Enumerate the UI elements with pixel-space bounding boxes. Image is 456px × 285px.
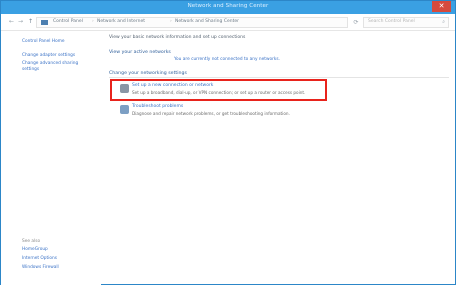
new-connection-link[interactable]: Set up a new connection or network — [132, 83, 213, 88]
window-title: Network and Sharing Center — [187, 3, 269, 9]
breadcrumb-separator: › — [92, 19, 94, 24]
troubleshoot-link[interactable]: Troubleshoot problems — [132, 104, 183, 109]
active-networks-heading: View your active networks — [109, 50, 171, 55]
refresh-button[interactable]: ⟳ — [351, 17, 361, 28]
search-icon[interactable]: ⌕ — [442, 19, 445, 25]
change-settings-heading: Change your networking settings — [109, 71, 187, 76]
search-input[interactable]: Search Control Panel ⌕ — [363, 17, 449, 28]
back-button[interactable]: ← — [7, 17, 16, 27]
active-networks-status: You are currently not connected to any n… — [174, 57, 280, 62]
title-bar[interactable]: Network and Sharing Center ✕ — [1, 1, 455, 14]
breadcrumb-network-internet[interactable]: Network and Internet — [97, 19, 145, 24]
see-also-firewall[interactable]: Windows Firewall — [22, 265, 59, 270]
breadcrumb-control-panel[interactable]: Control Panel — [53, 19, 83, 24]
see-also-homegroup[interactable]: HomeGroup — [22, 247, 48, 252]
breadcrumb-sharing-center[interactable]: Network and Sharing Center — [175, 19, 239, 24]
address-row: ← → ↑ Control Panel › Network and Intern… — [1, 14, 455, 31]
forward-button[interactable]: → — [16, 17, 25, 27]
sidebar-link-adapter-settings[interactable]: Change adapter settings — [22, 53, 75, 58]
troubleshoot-description: Diagnose and repair network problems, or… — [132, 111, 290, 116]
sidebar-link-advanced-sharing-cont[interactable]: settings — [22, 67, 39, 72]
section-divider — [109, 77, 449, 78]
page-heading: View your basic network information and … — [109, 35, 246, 40]
close-button[interactable]: ✕ — [432, 1, 451, 12]
breadcrumb-separator: › — [170, 19, 172, 24]
control-panel-icon — [41, 20, 48, 25]
search-placeholder: Search Control Panel — [368, 19, 415, 24]
new-connection-icon — [120, 84, 129, 93]
sidebar-link-advanced-sharing[interactable]: Change advanced sharing — [22, 61, 78, 66]
sidebar: Control Panel Home Change adapter settin… — [1, 31, 101, 285]
address-bar[interactable]: Control Panel › Network and Internet › N… — [36, 17, 348, 28]
see-also-heading: See also — [22, 239, 41, 244]
new-connection-description: Set up a broadband, dial-up, or VPN conn… — [132, 90, 306, 95]
sidebar-link-home[interactable]: Control Panel Home — [22, 39, 65, 44]
troubleshoot-icon — [120, 105, 129, 114]
main-content: View your basic network information and … — [101, 31, 455, 285]
window: Network and Sharing Center ✕ ← → ↑ Contr… — [0, 0, 456, 285]
see-also-internet-options[interactable]: Internet Options — [22, 256, 57, 261]
up-button[interactable]: ↑ — [26, 17, 35, 27]
